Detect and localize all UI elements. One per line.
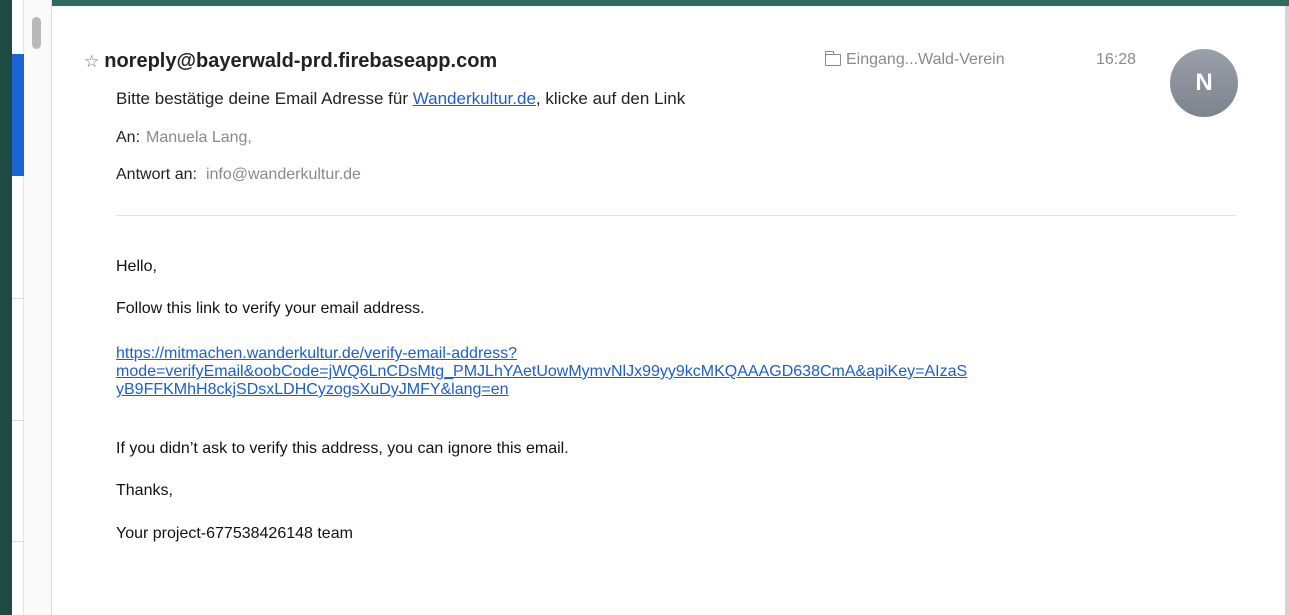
reply-to-row: Antwort an: info@wanderkultur.de: [116, 166, 361, 184]
window-background: [0, 0, 12, 615]
message-subject: Bitte bestätige deine Email Adresse für …: [116, 89, 685, 109]
body-instruction: Follow this link to verify your email ad…: [116, 300, 425, 317]
body-ignore-note: If you didn’t ask to verify this address…: [116, 440, 569, 457]
to-label: An:: [116, 129, 141, 146]
reply-to-label: Antwort an:: [116, 166, 197, 183]
reply-to-value[interactable]: info@wanderkultur.de: [206, 166, 361, 183]
body-thanks: Thanks,: [116, 482, 173, 499]
verify-link-line[interactable]: mode=verifyEmail&oobCode=jWQ6LnCDsMtg_PM…: [116, 363, 1256, 381]
body-greeting: Hello,: [116, 258, 157, 275]
list-separator: [12, 420, 24, 421]
body-signature: Your project-677538426148 team: [116, 525, 353, 542]
header-divider: [116, 215, 1236, 216]
list-scrollbar[interactable]: [24, 0, 52, 615]
sender-row: ☆ noreply@bayerwald-prd.firebaseapp.com: [84, 49, 497, 73]
window-right-edge: [1285, 6, 1289, 615]
message-viewer: ☆ noreply@bayerwald-prd.firebaseapp.com …: [52, 6, 1289, 615]
verify-link-line[interactable]: https://mitmachen.wanderkultur.de/verify…: [116, 345, 1256, 363]
folder-icon: [824, 51, 841, 66]
message-time: 16:28: [1096, 51, 1137, 68]
sender-address[interactable]: noreply@bayerwald-prd.firebaseapp.com: [104, 50, 497, 73]
subject-link[interactable]: Wanderkultur.de: [413, 89, 536, 108]
selected-message-highlight[interactable]: [12, 54, 24, 176]
star-outline-icon[interactable]: ☆: [84, 53, 99, 70]
list-separator: [12, 541, 24, 542]
to-value[interactable]: Manuela Lang,: [146, 129, 252, 146]
subject-text-end: , klicke auf den Link: [535, 89, 686, 108]
verify-link[interactable]: https://mitmachen.wanderkultur.de/verify…: [116, 345, 1256, 399]
mailbox-folder[interactable]: Eingang...Wald-Verein: [824, 51, 1005, 69]
scrollbar-thumb[interactable]: [32, 17, 41, 49]
verify-link-line[interactable]: yB9FFKMhH8ckjSDsxLDHCyzogsXuDyJMFY&lang=…: [116, 381, 1256, 399]
subject-text-start: Bitte bestätige deine Email Adresse für: [116, 89, 413, 108]
message-list-edge[interactable]: [12, 0, 24, 615]
folder-label: Eingang...Wald-Verein: [846, 51, 1005, 68]
list-separator: [12, 298, 24, 299]
avatar: N: [1170, 49, 1238, 117]
recipient-row: An: Manuela Lang,: [116, 129, 252, 147]
